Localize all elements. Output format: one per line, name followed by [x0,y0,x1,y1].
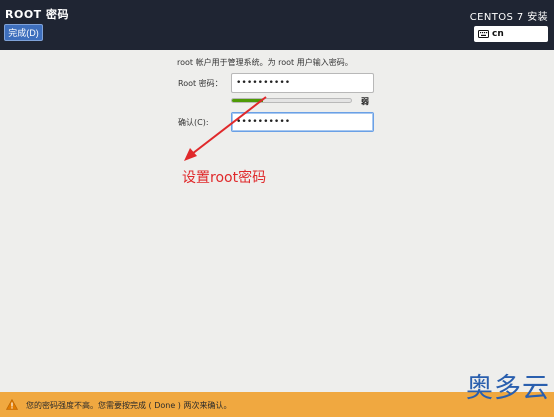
warning-triangle-icon [6,399,18,410]
password-strength-label: 弱 [361,97,369,106]
root-password-label: Root 密码： [178,79,223,88]
top-bar: ROOT 密码 完成(D) CENTOS 7 安装 cn [0,0,554,50]
keyboard-layout-label: cn [492,29,504,39]
annotation-arrow-icon [184,96,267,161]
form-description: root 帐户用于管理系统。为 root 用户输入密码。 [177,58,353,67]
page-title: ROOT 密码 [5,8,70,21]
annotation-text: 设置root密码 [182,170,267,186]
root-password-input[interactable] [231,73,374,93]
keyboard-icon [478,30,489,38]
keyboard-layout-indicator[interactable]: cn [474,26,548,42]
warning-text[interactable]: 您的密码强度不高。您需要按完成 ( Done ) 两次来确认。 [26,400,231,411]
product-title: CENTOS 7 安装 [469,12,548,23]
done-button[interactable]: 完成(D) [4,24,43,41]
watermark-logo-text: 奥多云 [466,373,550,404]
